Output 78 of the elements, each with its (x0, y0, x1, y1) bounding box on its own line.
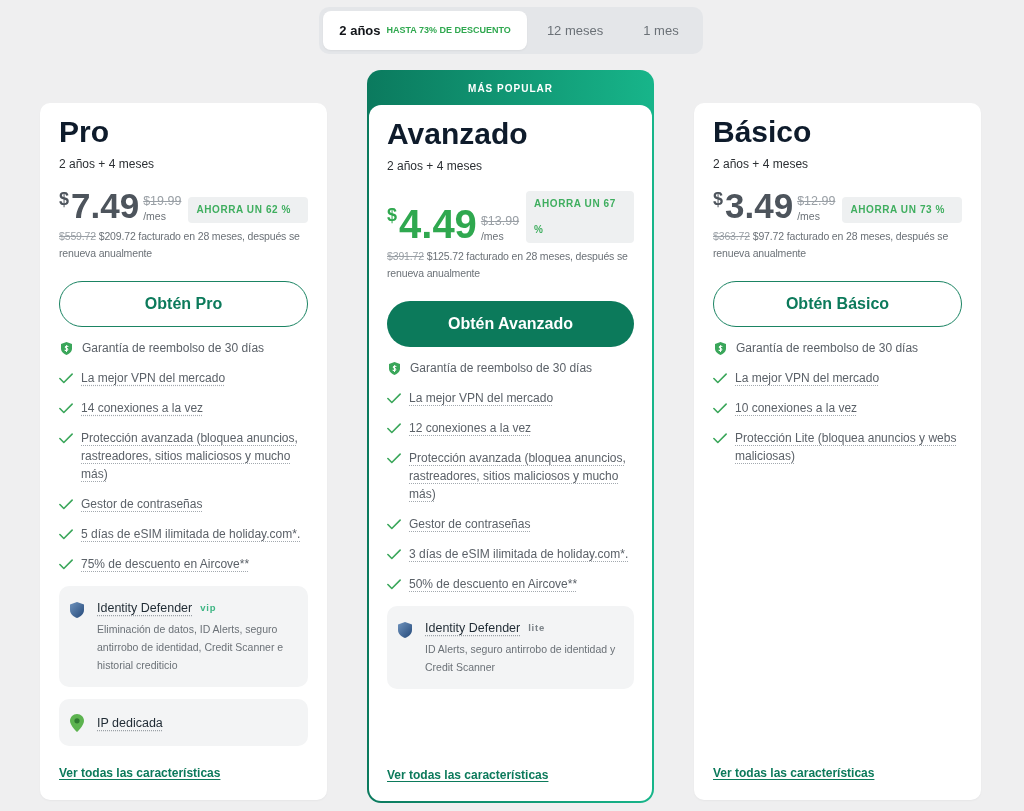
addon-description: Eliminación de datos, ID Alerts, seguro antirrobo de identidad, Credit Scanner e historial crediticio (97, 622, 285, 673)
feature-text: 12 conexiones a la vez (409, 420, 532, 437)
popular-label: MÁS POPULAR (468, 81, 553, 96)
tier-tag: vip (200, 601, 217, 615)
get-plan-button[interactable]: Obtén Básico (713, 281, 962, 327)
check-icon (387, 549, 401, 560)
check-icon (387, 453, 401, 464)
check-icon (59, 559, 73, 570)
check-icon (59, 529, 73, 540)
get-plan-button[interactable]: Obtén Pro (59, 281, 308, 327)
plan-name: Avanzado (387, 116, 529, 152)
feature-text: 5 días de eSIM ilimitada de holiday.com*. (81, 526, 301, 543)
billing-note: $559.72 $209.72 facturado en 28 meses, después se renueva anualmente (59, 229, 301, 261)
plan-name: Pro (59, 114, 110, 150)
tier-tag: lite (528, 621, 545, 635)
shield-dollar-icon (389, 362, 400, 375)
see-all-features-link[interactable]: Ver todas las características (713, 765, 875, 781)
per-month: /mes (480, 229, 505, 243)
period-tab[interactable]: 1 mes (623, 11, 699, 50)
discount-label: HASTA 73% DE DESCUENTO (386, 23, 511, 37)
feature-text: Protección avanzada (bloquea anuncios, rastreadores, sitios maliciosos y mucho más) (81, 430, 299, 483)
shield-icon (70, 602, 84, 618)
check-icon (713, 373, 727, 384)
guarantee-text: Garantía de reembolso de 30 días (736, 340, 919, 357)
guarantee-text: Garantía de reembolso de 30 días (410, 360, 593, 377)
feature-text: 10 conexiones a la vez (735, 400, 858, 417)
price-amount: $3.49 (713, 189, 794, 223)
check-icon (387, 423, 401, 434)
plan-period: 2 años + 4 meses (59, 156, 156, 173)
feature-text: La mejor VPN del mercado (81, 370, 226, 387)
feature-text: 50% de descuento en Aircove** (409, 576, 578, 593)
addon-title: Identity Defender (97, 600, 193, 617)
addon-title: IP dedicada (97, 714, 163, 732)
plan-period: 2 años + 4 meses (387, 158, 484, 175)
feature-text: 3 días de eSIM ilimitada de holiday.com*. (409, 546, 629, 563)
check-icon (713, 403, 727, 414)
savings-badge: AHORRA UN 67 % (526, 191, 634, 243)
see-all-features-link[interactable]: Ver todas las características (59, 765, 221, 781)
map-pin-icon (70, 713, 84, 732)
check-icon (713, 433, 727, 444)
get-plan-button[interactable]: Obtén Avanzado (387, 301, 634, 347)
feature-text: Gestor de contraseñas (81, 496, 203, 513)
original-price: $19.99 (143, 193, 182, 209)
check-icon (59, 499, 73, 510)
period-tab[interactable]: 12 meses (526, 11, 624, 50)
feature-text: Gestor de contraseñas (409, 516, 531, 533)
billing-note: $363.72 $97.72 facturado en 28 meses, después se renueva anualmente (713, 229, 950, 261)
feature-text: Protección avanzada (bloquea anuncios, rastreadores, sitios maliciosos y mucho más) (409, 450, 627, 503)
savings-badge: AHORRA UN 73 % (842, 197, 962, 223)
check-icon (59, 373, 73, 384)
plan-period: 2 años + 4 meses (713, 156, 810, 173)
feature-text: La mejor VPN del mercado (409, 390, 554, 407)
per-month: /mes (797, 209, 821, 223)
savings-badge: AHORRA UN 62 % (188, 197, 308, 223)
shield-icon (398, 622, 412, 638)
guarantee-text: Garantía de reembolso de 30 días (82, 340, 265, 357)
check-icon (387, 393, 401, 404)
original-price: $12.99 (797, 193, 836, 209)
check-icon (387, 519, 401, 530)
billing-note: $391.72 $125.72 facturado en 28 meses, después se renueva anualmente (387, 249, 629, 281)
addon-description: ID Alerts, seguro antirrobo de identidad y Credit Scanner (425, 642, 617, 675)
shield-dollar-icon (715, 342, 726, 355)
feature-text: 14 conexiones a la vez (81, 400, 204, 417)
check-icon (59, 403, 73, 414)
addon-title: Identity Defender (425, 620, 521, 637)
price-amount: $7.49 (59, 189, 140, 223)
period-tab[interactable]: 2 años HASTA 73% DE DESCUENTO (323, 11, 527, 50)
plan-name: Básico (713, 114, 813, 150)
feature-text: 75% de descuento en Aircove** (81, 556, 250, 573)
price-amount: $4.49 (387, 205, 477, 243)
feature-text: Protección Lite (bloquea anuncios y webs maliciosas) (735, 430, 958, 465)
shield-dollar-icon (61, 342, 72, 355)
original-price: $13.99 (480, 213, 520, 229)
feature-text: La mejor VPN del mercado (735, 370, 880, 387)
check-icon (387, 579, 401, 590)
check-icon (59, 433, 73, 444)
per-month: /mes (143, 209, 167, 223)
see-all-features-link[interactable]: Ver todas las características (387, 767, 549, 783)
